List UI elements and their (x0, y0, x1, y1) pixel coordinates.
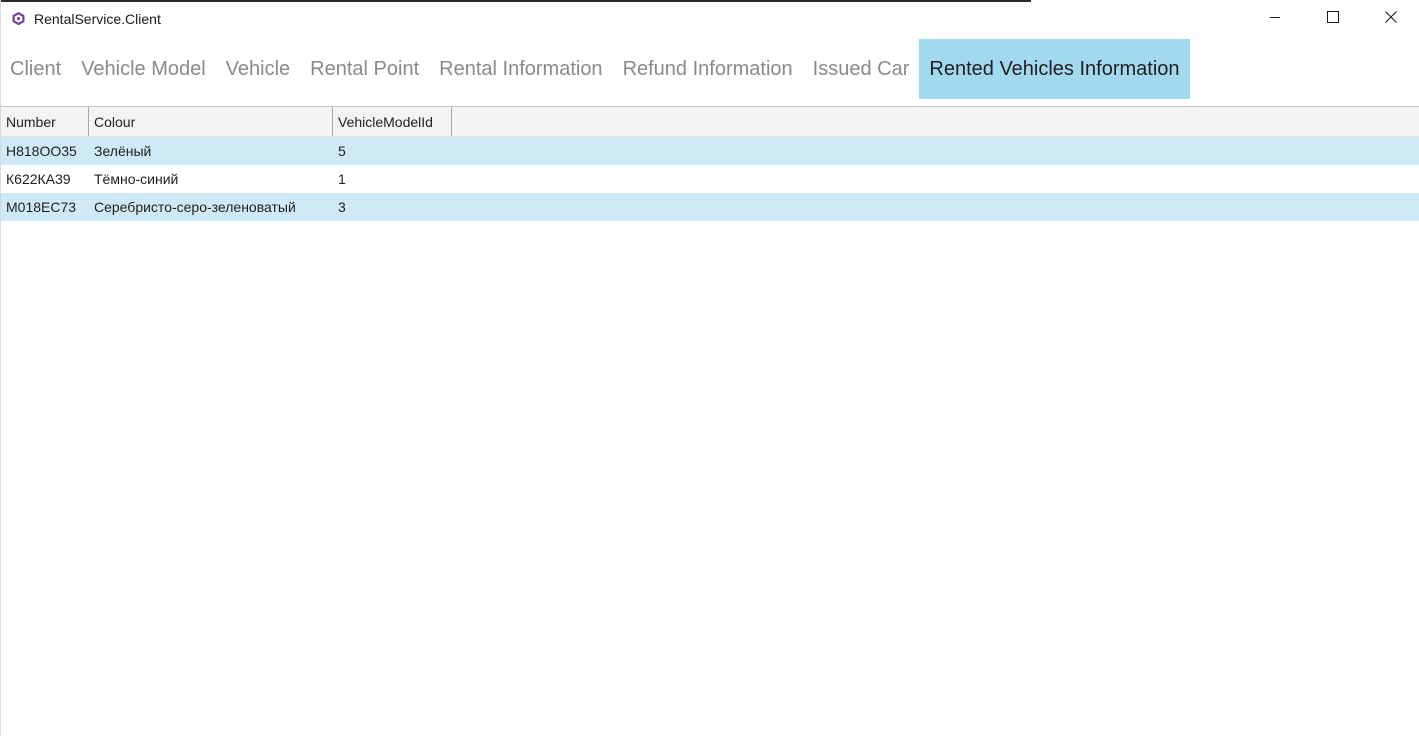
tab-vehicle-model[interactable]: Vehicle Model (71, 39, 216, 99)
title-bar[interactable]: RentalService.Client (1, 2, 1419, 38)
window-title: RentalService.Client (34, 11, 161, 27)
grid-header: Number Colour VehicleModelId (1, 107, 1419, 137)
tab-strip: Client Vehicle Model Vehicle Rental Poin… (1, 39, 1190, 99)
minimize-icon (1269, 10, 1281, 28)
column-header-vehiclemodelid[interactable]: VehicleModelId (333, 107, 452, 136)
column-header-number[interactable]: Number (1, 107, 89, 136)
cell-number[interactable]: Н818ОО35 (1, 143, 89, 159)
cell-vehiclemodelid[interactable]: 1 (333, 171, 452, 187)
cell-vehiclemodelid[interactable]: 3 (333, 199, 452, 215)
tab-rental-information[interactable]: Rental Information (429, 39, 612, 99)
tab-client[interactable]: Client (1, 39, 71, 99)
table-row[interactable]: М018ЕС73 Серебристо-серо-зеленоватый 3 (1, 193, 1419, 221)
cell-colour[interactable]: Тёмно-синий (89, 171, 333, 187)
close-icon (1385, 10, 1397, 28)
tab-vehicle[interactable]: Vehicle (216, 39, 301, 99)
close-button[interactable] (1362, 2, 1419, 36)
app-logo-icon (12, 12, 25, 26)
cell-vehiclemodelid[interactable]: 5 (333, 143, 452, 159)
minimize-button[interactable] (1246, 2, 1304, 36)
tab-issued-car[interactable]: Issued Car (803, 39, 920, 99)
tab-refund-information[interactable]: Refund Information (613, 39, 803, 99)
cell-number[interactable]: М018ЕС73 (1, 199, 89, 215)
table-row[interactable]: К622КА39 Тёмно-синий 1 (1, 165, 1419, 193)
data-grid[interactable]: Number Colour VehicleModelId Н818ОО35 Зе… (1, 107, 1419, 221)
cell-colour[interactable]: Серебристо-серо-зеленоватый (89, 199, 333, 215)
app-window: RentalService.Client Client Vehicle Mode… (0, 0, 1419, 736)
maximize-button[interactable] (1304, 2, 1362, 36)
cell-colour[interactable]: Зелёный (89, 143, 333, 159)
maximize-icon (1327, 10, 1339, 28)
tab-rented-vehicles-information[interactable]: Rented Vehicles Information (919, 39, 1190, 99)
tab-rental-point[interactable]: Rental Point (300, 39, 429, 99)
column-header-colour[interactable]: Colour (89, 107, 333, 136)
cell-number[interactable]: К622КА39 (1, 171, 89, 187)
table-row[interactable]: Н818ОО35 Зелёный 5 (1, 137, 1419, 165)
